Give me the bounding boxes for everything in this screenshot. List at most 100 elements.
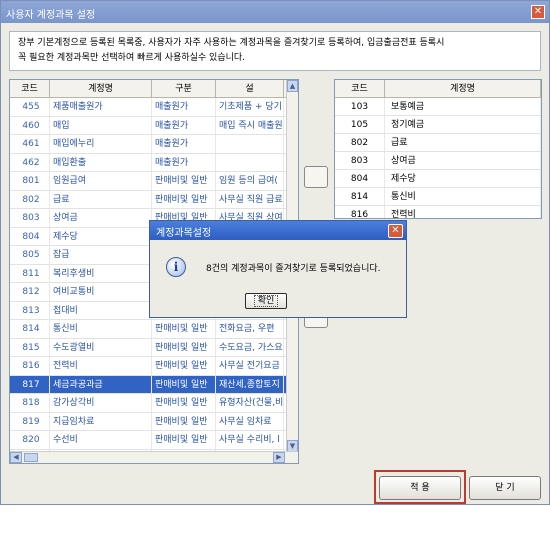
table-row[interactable]: 455 제품매출원가 매출원가 기초제품 + 당기 bbox=[10, 98, 298, 117]
cell-account-name: 세금과공과금 bbox=[50, 375, 152, 393]
cell-description bbox=[216, 153, 284, 171]
cell-code: 455 bbox=[10, 98, 50, 116]
cell-category: 판매비및 일반 bbox=[152, 190, 216, 208]
list-item[interactable]: 105 정기예금 bbox=[335, 116, 541, 134]
cell-account-name: 지급임차료 bbox=[50, 412, 152, 430]
cell-category: 판매비및 일반 bbox=[152, 320, 216, 338]
fav-cell-code: 105 bbox=[335, 116, 385, 133]
fav-cell-account-name: 정기예금 bbox=[385, 116, 541, 133]
window-titlebar: 사용자 계정과목 설정 ✕ bbox=[1, 1, 549, 23]
header-account-name[interactable]: 계정명 bbox=[50, 80, 152, 97]
cell-code: 819 bbox=[10, 412, 50, 430]
table-row[interactable]: 802 급료 판매비및 일반 사무실 직원 급료 bbox=[10, 190, 298, 209]
table-row[interactable]: 814 통신비 판매비및 일반 전화요금, 우편 bbox=[10, 320, 298, 339]
fav-header-account-name[interactable]: 계정명 bbox=[385, 80, 541, 97]
cell-account-name: 제품매출원가 bbox=[50, 98, 152, 116]
cell-category: 판매비및 일반 bbox=[152, 431, 216, 449]
cell-account-name: 수도광열비 bbox=[50, 338, 152, 356]
cell-category: 매출원가 bbox=[152, 153, 216, 171]
cell-code: 804 bbox=[10, 227, 50, 245]
cell-description: 매입 즉시 매출원 bbox=[216, 116, 284, 134]
table-row[interactable]: 462 매입환출 매출원가 bbox=[10, 153, 298, 172]
list-item[interactable]: 804 제수당 bbox=[335, 170, 541, 188]
cell-code: 460 bbox=[10, 116, 50, 134]
cell-account-name: 매입 bbox=[50, 116, 152, 134]
table-row[interactable]: 817 세금과공과금 판매비및 일반 재산세,종합토지 bbox=[10, 375, 298, 394]
header-code[interactable]: 코드 bbox=[10, 80, 50, 97]
cell-description: 사무실 전기요금 bbox=[216, 357, 284, 375]
header-description[interactable]: 설 bbox=[216, 80, 284, 97]
dialog-ok-button[interactable]: 확인 bbox=[245, 293, 287, 309]
cell-description: 유형자산(건물,비 bbox=[216, 394, 284, 412]
cell-category: 판매비및 일반 bbox=[152, 172, 216, 190]
cell-account-name: 여비교통비 bbox=[50, 283, 152, 301]
cell-category: 매출원가 bbox=[152, 116, 216, 134]
table-row[interactable]: 818 감가상각비 판매비및 일반 유형자산(건물,비 bbox=[10, 394, 298, 413]
cell-code: 462 bbox=[10, 153, 50, 171]
cell-description: 사무실 임차료 bbox=[216, 412, 284, 430]
dialog-close-icon[interactable]: ✕ bbox=[388, 224, 403, 238]
fav-cell-code: 816 bbox=[335, 206, 385, 218]
header-category[interactable]: 구분 bbox=[152, 80, 216, 97]
add-to-favorites-button[interactable] bbox=[304, 166, 328, 188]
table-row[interactable]: 815 수도광열비 판매비및 일반 수도요금, 가스요 bbox=[10, 338, 298, 357]
list-item[interactable]: 803 상여금 bbox=[335, 152, 541, 170]
cell-code: 812 bbox=[10, 283, 50, 301]
cell-account-name: 감가상각비 bbox=[50, 394, 152, 412]
notice-line-2: 꼭 필요한 계정과목만 선택하여 빠르게 사용하실수 있습니다. bbox=[18, 53, 246, 63]
table-row[interactable]: 819 지급임차료 판매비및 일반 사무실 임차료 bbox=[10, 412, 298, 431]
fav-cell-account-name: 제수당 bbox=[385, 170, 541, 187]
table-row[interactable]: 820 수선비 판매비및 일반 사무실 수리비, l bbox=[10, 431, 298, 450]
dialog-ok-label: 확인 bbox=[253, 295, 279, 307]
cell-description: 기초제품 + 당기 bbox=[216, 98, 284, 116]
cell-category: 매출원가 bbox=[152, 135, 216, 153]
scroll-up-icon[interactable]: ▲ bbox=[287, 80, 298, 92]
cell-account-name: 복리후생비 bbox=[50, 264, 152, 282]
cell-code: 813 bbox=[10, 301, 50, 319]
table-row[interactable]: 801 임원급여 판매비및 일반 임원 등의 급여( bbox=[10, 172, 298, 191]
cell-account-name: 임원급여 bbox=[50, 172, 152, 190]
notice-box: 장부 기본계정으로 등록된 목록중, 사용자가 자주 사용하는 계정과목을 즐겨… bbox=[9, 31, 541, 71]
list-item[interactable]: 802 급료 bbox=[335, 134, 541, 152]
table-row[interactable]: 460 매입 매출원가 매입 즉시 매출원 bbox=[10, 116, 298, 135]
fav-cell-account-name: 통신비 bbox=[385, 188, 541, 205]
cell-category: 판매비및 일반 bbox=[152, 338, 216, 356]
confirmation-dialog: 계정과목설정 ✕ i 8건의 계정과목이 즐겨찾기로 등록되었습니다. 확인 bbox=[149, 220, 407, 318]
cell-code: 801 bbox=[10, 172, 50, 190]
cell-account-name: 통신비 bbox=[50, 320, 152, 338]
scroll-right-icon[interactable]: ▶ bbox=[273, 452, 285, 463]
cell-description: 임원 등의 급여( bbox=[216, 172, 284, 190]
cell-code: 803 bbox=[10, 209, 50, 227]
scroll-left-icon[interactable]: ◀ bbox=[10, 452, 22, 463]
table-row[interactable]: 816 전력비 판매비및 일반 사무실 전기요금 bbox=[10, 357, 298, 376]
list-item[interactable]: 816 전력비 bbox=[335, 206, 541, 218]
favorites-table: 코드 계정명 103 보통예금 105 정기예금 802 급료 803 상여금 804 제수당 81… bbox=[334, 79, 542, 219]
account-list-hscroll[interactable]: ◀ ▶ bbox=[10, 451, 298, 463]
cell-description bbox=[216, 135, 284, 153]
fav-cell-code: 803 bbox=[335, 152, 385, 169]
cell-code: 818 bbox=[10, 394, 50, 412]
fav-cell-account-name: 급료 bbox=[385, 134, 541, 151]
close-button[interactable]: 닫 기 bbox=[469, 476, 541, 500]
list-item[interactable]: 103 보통예금 bbox=[335, 98, 541, 116]
cell-code: 802 bbox=[10, 190, 50, 208]
info-icon: i bbox=[166, 257, 186, 277]
cell-code: 814 bbox=[10, 320, 50, 338]
table-row[interactable]: 461 매입에누리 매출원가 bbox=[10, 135, 298, 154]
cell-description: 전화요금, 우편 bbox=[216, 320, 284, 338]
fav-header-code[interactable]: 코드 bbox=[335, 80, 385, 97]
cell-account-name: 수선비 bbox=[50, 431, 152, 449]
cell-category: 판매비및 일반 bbox=[152, 357, 216, 375]
hscroll-thumb[interactable] bbox=[24, 453, 38, 462]
cell-description: 재산세,종합토지 bbox=[216, 375, 284, 393]
cell-account-name: 전력비 bbox=[50, 357, 152, 375]
cell-code: 461 bbox=[10, 135, 50, 153]
cell-category: 판매비및 일반 bbox=[152, 394, 216, 412]
window-close-icon[interactable]: ✕ bbox=[531, 5, 545, 19]
apply-button[interactable]: 적 용 bbox=[379, 476, 461, 500]
favorites-header: 코드 계정명 bbox=[335, 80, 541, 98]
list-item[interactable]: 814 통신비 bbox=[335, 188, 541, 206]
cell-code: 811 bbox=[10, 264, 50, 282]
cell-description: 사무실 직원 급료 bbox=[216, 190, 284, 208]
cell-account-name: 제수당 bbox=[50, 227, 152, 245]
